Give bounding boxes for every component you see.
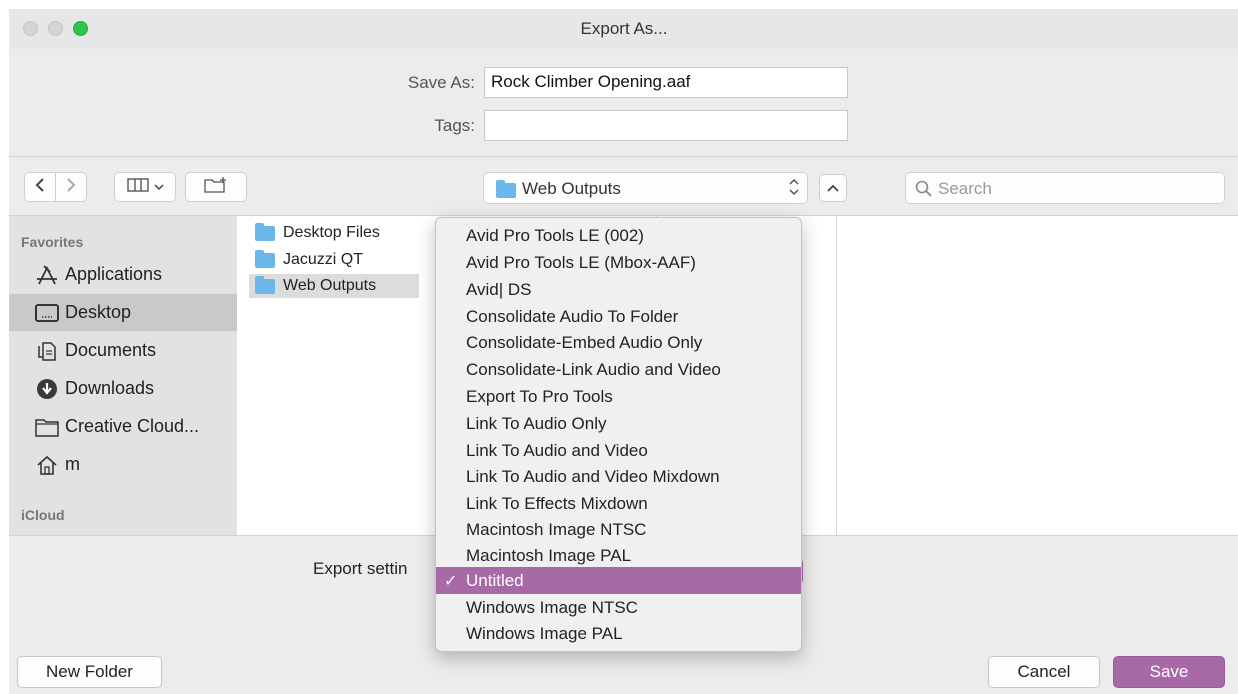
menu-item[interactable]: Avid Pro Tools LE (002) [436,222,801,249]
sidebar-item-label: Desktop [65,302,132,322]
save-as-field[interactable]: Rock Climber Opening.aaf [484,67,848,98]
new-folder-button[interactable]: New Folder [17,656,162,688]
forward-button[interactable] [55,172,87,202]
menu-item[interactable]: Windows Image NTSC [436,594,801,621]
menu-item[interactable]: Consolidate-Embed Audio Only [436,329,801,356]
tags-label: Tags: [434,116,475,135]
sidebar-item-label: Downloads [65,378,155,398]
new-folder-icon [204,176,228,198]
menu-item[interactable]: Consolidate-Link Audio and Video [436,356,801,383]
sidebar-item-label: m [65,454,80,474]
export-settings-label: Export settin [313,559,408,578]
back-button[interactable] [24,172,56,202]
expand-collapse-button[interactable] [819,174,847,202]
chevron-down-icon [153,178,164,196]
desktop-icon [35,302,59,324]
save-button[interactable]: Save [1113,656,1225,688]
folder-icon [255,222,275,241]
sidebar-item-label: Applications [65,264,163,284]
sidebar-item-label: Creative Cloud... [65,416,200,436]
checkmark-icon: ✓ [444,573,458,590]
menu-item[interactable]: Macintosh Image NTSC [436,516,801,543]
new-folder-toolbar-button[interactable] [185,172,247,202]
icloud-header: iCloud [21,507,65,523]
menu-item[interactable]: Windows Image PAL [436,620,801,647]
folder-icon [35,416,59,438]
column-view-icon [126,177,149,197]
menu-item[interactable]: Avid Pro Tools LE (Mbox-AAF) [436,249,801,276]
updown-arrows-icon [789,177,799,198]
sidebar-item-applications[interactable]: Applications [9,256,237,293]
list-item[interactable]: Desktop Files [249,221,419,245]
cancel-button[interactable]: Cancel [988,656,1100,688]
view-mode-button[interactable] [114,172,176,202]
chevron-up-icon [827,179,839,197]
location-label: Web Outputs [522,179,621,198]
separator [9,156,1238,157]
menu-item[interactable]: Link To Audio Only [436,410,801,437]
menu-item[interactable]: Link To Audio and Video Mixdown [436,463,801,490]
export-dialog: Export As... Save As: Rock Climber Openi… [9,9,1238,694]
sidebar-item-downloads[interactable]: Downloads [9,370,237,407]
sidebar-item-label: Documents [65,340,157,360]
chevron-right-icon [66,177,76,198]
documents-icon [35,340,59,362]
menu-item[interactable]: Link To Audio and Video [436,437,801,464]
folder-icon [496,180,516,198]
menu-item[interactable]: Consolidate Audio To Folder [436,303,801,330]
list-item[interactable]: Jacuzzi QT [249,248,419,272]
location-popup[interactable]: Web Outputs [483,172,808,204]
menu-item[interactable]: Link To Effects Mixdown [436,490,801,517]
save-as-label: Save As: [407,73,475,92]
search-placeholder: Search [938,179,992,198]
sidebar-item-creative-cloud[interactable]: Creative Cloud... [9,408,237,445]
chevron-left-icon [35,177,45,198]
favorites-header: Favorites [21,234,84,250]
sidebar-item-documents[interactable]: Documents [9,332,237,369]
menu-item[interactable]: Export To Pro Tools [436,383,801,410]
list-item[interactable]: Web Outputs [249,274,419,298]
applications-icon [35,264,59,286]
menu-item-label: Untitled [466,570,524,590]
file-name: Web Outputs [283,277,377,294]
menu-item[interactable]: Avid| DS [436,276,801,303]
title-bar: Export As... [9,9,1238,49]
search-field[interactable]: Search [905,172,1225,204]
tags-field[interactable] [484,110,848,141]
file-name: Jacuzzi QT [283,251,364,268]
file-name: Desktop Files [283,224,380,241]
home-icon [35,454,59,476]
downloads-icon [35,378,59,400]
export-settings-menu: Avid Pro Tools LE (002) Avid Pro Tools L… [435,217,802,652]
window-title: Export As... [580,19,668,38]
menu-item[interactable]: Macintosh Image PAL [436,542,801,569]
preview-column [837,216,1238,535]
folder-icon [255,249,275,268]
sidebar-item-desktop[interactable]: Desktop [9,294,237,331]
menu-item-selected[interactable]: ✓ Untitled [436,567,801,594]
folder-icon [255,275,275,294]
sidebar-item-home[interactable]: m [9,446,237,483]
search-icon [915,180,932,202]
